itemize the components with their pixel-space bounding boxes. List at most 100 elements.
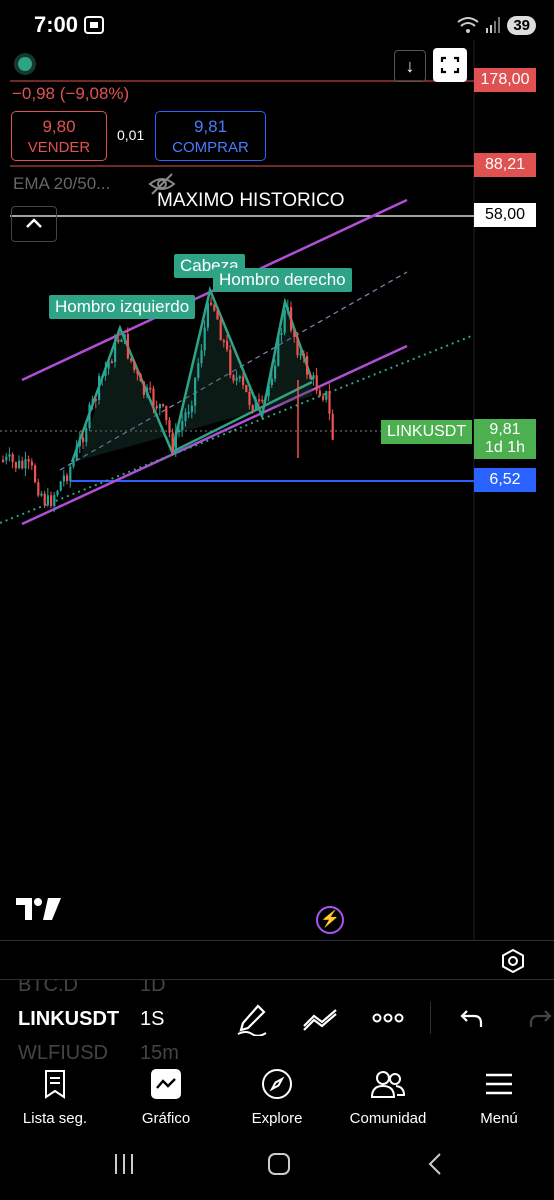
fullscreen-button[interactable]: [433, 48, 467, 82]
candle-body: [290, 307, 293, 331]
scroll-down-button[interactable]: ↓: [394, 50, 426, 82]
watchlist-icon: [45, 1070, 65, 1099]
home-icon[interactable]: [267, 1152, 291, 1176]
candle-body: [245, 385, 248, 392]
candle-body: [187, 411, 190, 414]
candle-body: [165, 405, 168, 421]
signal-icon: [486, 17, 501, 33]
candle-body: [261, 399, 264, 402]
candle-body: [235, 377, 238, 381]
current-price: 9,81: [489, 421, 521, 438]
price-change: −0,98 (−9,08%): [12, 84, 130, 103]
trendline-icon[interactable]: [302, 1006, 338, 1032]
candle-body: [315, 375, 318, 391]
candle-body: [158, 404, 161, 409]
more-icon[interactable]: [372, 1012, 404, 1024]
candle-body: [274, 365, 277, 379]
compass-icon: [262, 1069, 292, 1099]
symbol-row-prev[interactable]: BTC.D: [18, 980, 78, 997]
candle-body: [328, 391, 331, 414]
battery-indicator: 39: [507, 15, 536, 35]
candle-body: [181, 421, 184, 430]
right-shoulder-label[interactable]: Hombro derecho: [213, 268, 352, 292]
candle-body: [117, 339, 120, 342]
candle-body: [94, 398, 97, 401]
nav-explore[interactable]: Explore: [222, 1060, 332, 1127]
brush-icon[interactable]: [236, 1002, 268, 1036]
candle-body: [30, 461, 33, 466]
symbol-row-current[interactable]: LINKUSDT: [18, 1008, 119, 1031]
candle-body: [242, 376, 245, 386]
buy-label: COMPRAR: [172, 139, 249, 156]
candle-body: [312, 375, 315, 379]
left-shoulder-label[interactable]: Hombro izquierdo: [49, 295, 196, 319]
annotation-title[interactable]: MAXIMO HISTORICO: [157, 190, 345, 212]
nav-chart[interactable]: Gráfico: [111, 1060, 221, 1127]
candle-body: [309, 374, 312, 379]
candle-body: [2, 460, 5, 462]
candle-body: [104, 368, 107, 376]
candlesticks: [2, 297, 334, 513]
candle-body: [91, 398, 94, 405]
collapse-button[interactable]: [11, 206, 57, 242]
candle-body: [82, 437, 85, 443]
flash-icon[interactable]: ⚡: [316, 906, 344, 934]
live-dot: [18, 57, 32, 71]
chart-area[interactable]: ↓ −0,98 (−9,08%) 9,80 VENDER 0,01 9,81 C…: [0, 40, 554, 940]
candle-body: [286, 307, 289, 310]
interval-row-prev[interactable]: 1D: [140, 980, 166, 997]
menu-icon: [486, 1073, 512, 1095]
sell-price: 9,80: [42, 117, 76, 136]
candle-body: [75, 446, 78, 460]
candle-body: [325, 391, 328, 400]
candle-body: [53, 495, 56, 507]
candle-body: [322, 396, 325, 400]
candle-body: [101, 375, 104, 378]
nav-menu[interactable]: Menú: [444, 1060, 554, 1127]
status-time: 7:00: [34, 12, 79, 37]
candle-body: [126, 334, 129, 359]
candle-body: [110, 361, 113, 364]
nav-label-watchlist: Lista seg.: [22, 1110, 88, 1127]
redo-icon[interactable]: [528, 1008, 554, 1030]
indicator-label[interactable]: EMA 20/50...: [13, 174, 110, 194]
candle-body: [216, 310, 219, 320]
system-nav-bar: [0, 1140, 554, 1200]
candle-body: [43, 493, 46, 506]
candle-body: [130, 358, 133, 361]
undo-icon[interactable]: [458, 1008, 484, 1030]
candle-body: [14, 462, 17, 469]
nav-watchlist[interactable]: Lista seg.: [0, 1060, 110, 1127]
candle-body: [232, 375, 235, 381]
chart-icon: [151, 1069, 181, 1099]
buy-price: 9,81: [193, 117, 228, 136]
candle-body: [213, 304, 216, 311]
candle-body: [254, 399, 257, 411]
candle-body: [139, 374, 142, 382]
drawing-toolbar: [230, 1000, 554, 1040]
candle-body: [174, 430, 177, 452]
candle-body: [222, 340, 225, 343]
candle-body: [296, 337, 299, 356]
interval-row-next[interactable]: 15m: [140, 1042, 179, 1060]
sell-button[interactable]: 9,80 VENDER: [11, 111, 107, 161]
candle-body: [136, 370, 139, 375]
chevron-up-icon: [26, 218, 42, 228]
chart-settings-icon[interactable]: [500, 948, 526, 974]
symbol-row-next[interactable]: WLFIUSD: [18, 1042, 108, 1060]
candle-body: [203, 327, 206, 351]
interval-row-current[interactable]: 1S: [140, 1008, 164, 1031]
recent-apps-icon[interactable]: [112, 1152, 136, 1176]
nav-community[interactable]: Comunidad: [333, 1060, 443, 1127]
candle-body: [318, 390, 321, 397]
candle-body: [142, 381, 145, 396]
buy-button[interactable]: 9,81 COMPRAR: [155, 111, 266, 161]
back-icon[interactable]: [425, 1152, 445, 1176]
nav-label-menu: Menú: [480, 1110, 518, 1127]
candle-body: [171, 432, 174, 452]
candle-body: [8, 454, 11, 457]
candle-body: [123, 334, 126, 340]
candle-body: [293, 330, 296, 338]
candle-body: [120, 339, 123, 342]
candle-body: [40, 493, 43, 496]
